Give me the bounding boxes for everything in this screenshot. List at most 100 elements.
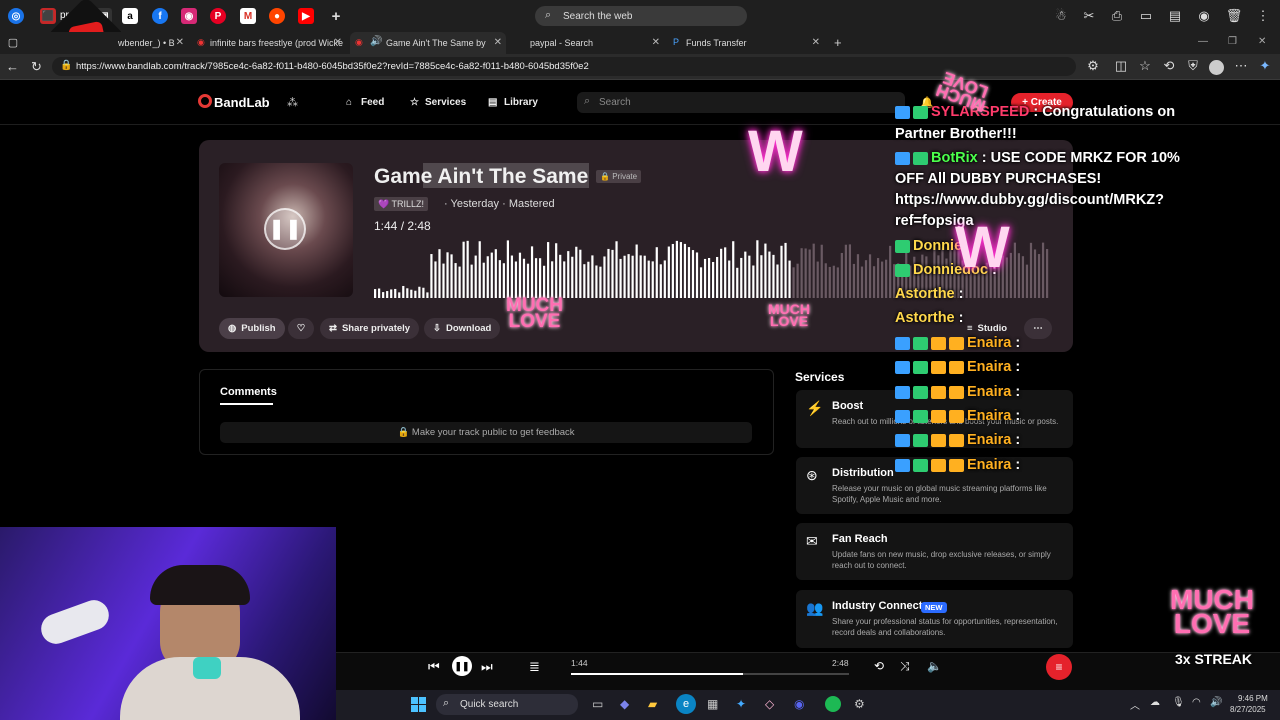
- next-icon[interactable]: ⏭: [481, 659, 493, 675]
- store-icon[interactable]: ▦: [707, 697, 718, 711]
- speaker-icon[interactable]: 🔊: [370, 36, 382, 47]
- tray-app-icon[interactable]: ☁: [1150, 697, 1160, 708]
- volume-icon[interactable]: 🔈: [927, 659, 942, 673]
- close-icon[interactable]: ✕: [494, 37, 502, 48]
- lock-icon[interactable]: 🔒: [60, 60, 72, 71]
- tab-4[interactable]: paypal - Search ✕: [510, 32, 664, 54]
- discord-icon[interactable]: ◉: [794, 697, 804, 711]
- chat-username[interactable]: Astorthe: [895, 286, 955, 302]
- chat-username[interactable]: Enaira: [967, 457, 1011, 473]
- back-arrow-icon[interactable]: ←: [6, 59, 19, 74]
- nav-library[interactable]: Library: [504, 97, 538, 108]
- chat-username[interactable]: Astorthe: [895, 310, 955, 326]
- nav-services[interactable]: Services: [425, 97, 466, 108]
- speaker-tray-icon[interactable]: 🔊: [1210, 697, 1222, 708]
- spotify-icon[interactable]: [825, 696, 841, 712]
- facebook-icon[interactable]: f: [152, 8, 168, 24]
- bandlab-logo[interactable]: BandLab: [214, 95, 270, 110]
- close-window-icon[interactable]: ✕: [1258, 36, 1266, 47]
- chat-username[interactable]: Enaira: [967, 432, 1011, 448]
- instagram-icon[interactable]: ◉: [181, 8, 197, 24]
- tab-2[interactable]: ◉ infinite bars freestlye (prod Wicke ✕: [192, 32, 346, 54]
- settings-icon[interactable]: ⚙: [854, 697, 865, 711]
- youtube-icon[interactable]: ▶: [298, 8, 314, 24]
- profile-avatar[interactable]: [1209, 60, 1224, 75]
- tab-1[interactable]: wbender_) • B ✕: [100, 32, 188, 54]
- minimize-icon[interactable]: —: [1198, 36, 1208, 47]
- shuffle-icon[interactable]: ⤨: [900, 659, 910, 674]
- more-icon[interactable]: ⋮: [1254, 7, 1272, 25]
- taskbar-date[interactable]: 8/27/2025: [1230, 705, 1266, 714]
- new-tab-icon[interactable]: +: [834, 35, 842, 50]
- maximize-icon[interactable]: ❐: [1228, 36, 1237, 47]
- comments-heading[interactable]: Comments: [220, 386, 277, 398]
- tray-chevron-icon[interactable]: ︿: [1130, 697, 1140, 712]
- track-artwork[interactable]: ❚❚: [219, 163, 353, 297]
- favorites-icon[interactable]: ☆: [1136, 57, 1154, 75]
- teams-icon[interactable]: ◆: [620, 697, 629, 711]
- web-search-box[interactable]: ⌕ Search the web: [535, 6, 747, 26]
- player-menu-icon[interactable]: ≡: [1046, 654, 1072, 680]
- split-icon[interactable]: ◫: [1112, 57, 1130, 75]
- reddit-icon[interactable]: ●: [269, 8, 285, 24]
- repeat-icon[interactable]: ⟲: [874, 659, 884, 673]
- player-progress-track[interactable]: [571, 673, 849, 675]
- mic-icon[interactable]: 🎙: [1172, 697, 1185, 708]
- close-icon[interactable]: ✕: [176, 37, 184, 48]
- folder-icon[interactable]: ▰: [648, 697, 657, 711]
- browser-app-icon[interactable]: ◎: [8, 8, 24, 24]
- new-tab-plus-icon[interactable]: +: [328, 8, 344, 25]
- artist-chip[interactable]: 💜 TRILLZ!: [374, 197, 429, 211]
- refresh-icon[interactable]: ↻: [31, 59, 42, 75]
- url-field[interactable]: 🔒 https://www.bandlab.com/track/7985ce4c…: [52, 57, 1076, 76]
- chat-username[interactable]: Enaira: [967, 335, 1011, 351]
- tab-5[interactable]: P Funds Transfer ✕: [668, 32, 824, 54]
- chat-username[interactable]: Enaira: [967, 408, 1011, 424]
- chat-username[interactable]: Enaira: [967, 359, 1011, 375]
- bandlab-logo-icon[interactable]: [198, 94, 212, 108]
- previous-icon[interactable]: ⏮: [428, 659, 440, 675]
- trash-icon[interactable]: 🗑: [1225, 7, 1243, 25]
- close-icon[interactable]: ✕: [334, 37, 342, 48]
- windows-start-icon[interactable]: [411, 697, 426, 712]
- shield-icon[interactable]: ⛨: [1184, 57, 1202, 75]
- gmail-icon[interactable]: M: [240, 8, 256, 24]
- history-icon[interactable]: ⟲: [1160, 57, 1178, 75]
- like-button[interactable]: ♡: [288, 318, 314, 339]
- chat-username[interactable]: BotRix: [931, 150, 978, 166]
- pinterest-icon[interactable]: P: [210, 8, 226, 24]
- tab-3-active[interactable]: ◉ 🔊 Game Ain't The Same by ✕: [350, 32, 506, 54]
- queue-icon[interactable]: ≣: [529, 659, 540, 675]
- edge-icon[interactable]: e: [676, 694, 696, 714]
- close-icon[interactable]: ✕: [812, 37, 820, 48]
- service-industry-connect[interactable]: 👥 Industry Connect NEW Share your professio…: [796, 590, 1073, 648]
- settings-more-icon[interactable]: ⋯: [1232, 57, 1250, 75]
- taskbar-time[interactable]: 9:46 PM: [1238, 694, 1268, 703]
- bandlab-search-input[interactable]: ⌕ Search: [577, 92, 905, 113]
- pause-icon[interactable]: ❚❚: [264, 208, 306, 250]
- chat-username[interactable]: Enaira: [967, 384, 1011, 400]
- player-pause-button[interactable]: ❚❚: [452, 656, 472, 676]
- app-icon[interactable]: ◇: [765, 697, 774, 711]
- tab-actions-icon[interactable]: ▢: [4, 34, 22, 52]
- close-icon[interactable]: ✕: [652, 37, 660, 48]
- apps-grid-icon[interactable]: ⁂: [287, 96, 298, 109]
- copilot-icon[interactable]: ✦: [1256, 57, 1274, 75]
- nav-feed[interactable]: Feed: [361, 97, 384, 108]
- clipboard-icon[interactable]: ▤: [1166, 7, 1184, 25]
- more-options-button[interactable]: ⋯: [1024, 318, 1052, 339]
- wifi-icon[interactable]: ◠: [1192, 697, 1201, 708]
- extension-icon[interactable]: ☃: [1052, 7, 1070, 25]
- scissors-icon[interactable]: ✂: [1080, 7, 1098, 25]
- publish-button[interactable]: ◍ Publish: [219, 318, 285, 339]
- copilot-taskbar-icon[interactable]: ✦: [736, 697, 746, 711]
- service-fan-reach[interactable]: ✉ Fan Reach Update fans on new music, drop…: [796, 523, 1073, 580]
- task-view-icon[interactable]: ▭: [592, 697, 603, 711]
- extensions-icon[interactable]: ⚙: [1084, 57, 1102, 75]
- print-icon[interactable]: ⎙: [1108, 7, 1126, 25]
- pdf-icon[interactable]: ⬛: [40, 8, 56, 24]
- taskbar-search[interactable]: ⌕ Quick search: [436, 694, 578, 715]
- share-button[interactable]: ⇄ Share privately: [320, 318, 420, 339]
- download-button[interactable]: ⇩ Download: [424, 318, 501, 339]
- play-circle-icon[interactable]: ◉: [1195, 7, 1213, 25]
